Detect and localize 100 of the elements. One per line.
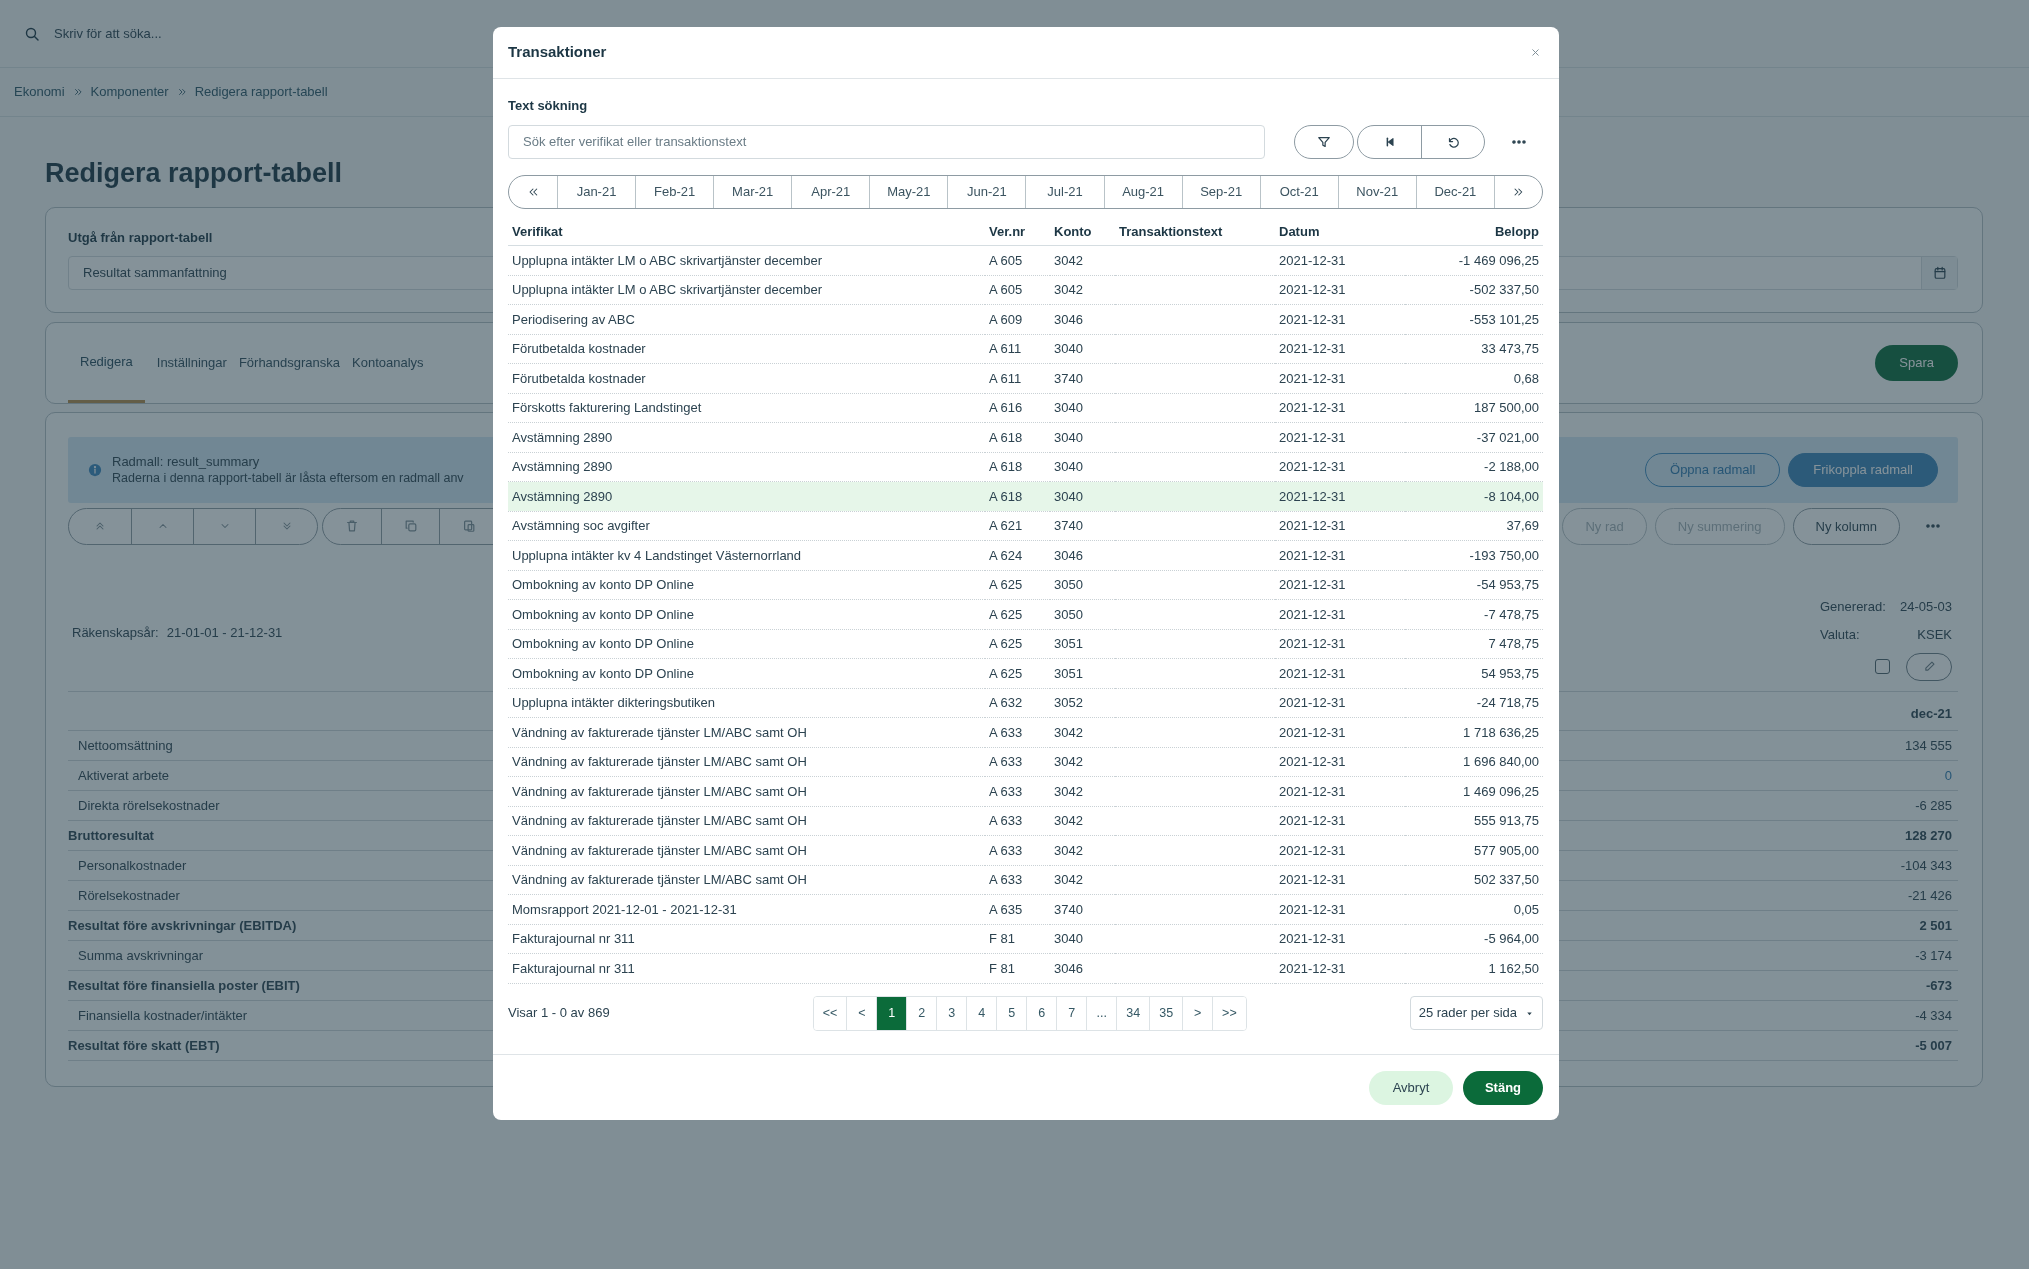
field-label: Text sökning [508,97,589,115]
action-button[interactable]: Ny kolumn [1792,507,1900,545]
table-cell: 3046 [1050,540,1115,570]
pencil-icon [1922,660,1936,674]
table-cell: A 609 [985,304,1050,334]
table-cell: Ombokning av konto DP Online [508,658,985,688]
field-label: Genererad: [1820,598,1886,617]
month-tab[interactable]: May-21 [869,175,948,208]
table-cell: 3051 [1050,629,1115,659]
table-cell: Momsrapport 2021-12-01 - 2021-12-31 [508,894,985,924]
table-cell: Förskotts fakturering Landstinget [508,393,985,423]
month-tab[interactable]: Sep-21 [1181,175,1260,208]
table-cell: 0,68 [1405,363,1543,393]
month-tab[interactable]: Dec-21 [1415,175,1494,208]
table-cell: 3040 [1050,393,1115,423]
double-chevron-right-icon [1512,185,1525,198]
cancel-button[interactable]: Avbryt [1369,1070,1453,1105]
table-cell: -553 101,25 [1405,304,1543,334]
table-cell: Vändning av fakturerade tjänster LM/ABC samt OH [508,835,985,865]
column-header: Verifikat [508,218,985,246]
table-cell: Periodisering av ABC [508,304,985,334]
table-cell: A 633 [985,717,1050,747]
month-tab[interactable]: Apr-21 [791,175,870,208]
month-tab[interactable]: Jun-21 [947,175,1026,208]
alert-title: Radmall: result_summary [112,452,260,471]
page-size-select[interactable]: 25 rader per sida [1409,996,1543,1030]
results-summary: Visar 1 - 0 av 869 [508,1004,610,1023]
table-cell: Vändning av fakturerade tjänster LM/ABC samt OH [508,747,985,777]
search-field[interactable]: Skriv för att söka... [54,23,162,44]
table-cell: -502 337,50 [1405,275,1543,305]
month-tab[interactable]: Feb-21 [635,175,714,208]
table-cell: 2021-12-31 [1275,570,1405,600]
table-cell: 3740 [1050,511,1115,541]
table-cell: A 633 [985,835,1050,865]
double-chevron-left-icon [527,185,539,198]
column-header: Ver.nr [985,218,1050,246]
table-cell: A 624 [985,540,1050,570]
table-cell: Upplupna intäkter LM o ABC skrivartjänster december [508,245,985,275]
row-value: -3 174 [1915,946,1953,965]
paste-icon [461,519,476,534]
field-label: Räkenskapsår: [72,623,159,642]
column-header: Konto [1050,218,1115,246]
table-cell: F 81 [985,924,1050,954]
table-cell: 33 473,75 [1405,334,1543,364]
table-cell: -37 021,00 [1405,422,1543,452]
tab[interactable]: Redigera [68,322,145,403]
table-cell: -2 188,00 [1405,452,1543,482]
table-cell: 3740 [1050,894,1115,924]
close-button[interactable] [1530,47,1541,58]
table-cell: 3040 [1050,334,1115,364]
table-cell: 2021-12-31 [1275,865,1405,895]
close-button[interactable]: Stäng [1463,1070,1543,1105]
more-button[interactable] [1510,138,1528,145]
table-cell: -24 718,75 [1405,688,1543,718]
table-cell: Avstämning 2890 [508,422,985,452]
edit-button[interactable] [1906,652,1952,681]
page-button[interactable]: 1 [876,996,907,1030]
table-cell: 3040 [1050,422,1115,452]
table-cell: 2021-12-31 [1275,511,1405,541]
row-label: Bruttoresultat [68,826,154,845]
table-cell: Avstämning 2890 [508,481,985,511]
table-cell: 2021-12-31 [1275,334,1405,364]
table-cell: 2021-12-31 [1275,481,1405,511]
table-cell: 3042 [1050,865,1115,895]
checkbox[interactable] [1875,659,1890,675]
month-tab[interactable]: Jan-21 [557,175,636,208]
table-cell: 2021-12-31 [1275,393,1405,423]
page-button[interactable]: >> [1212,996,1246,1030]
table-cell: 2021-12-31 [1275,363,1405,393]
table-cell: -1 469 096,25 [1405,245,1543,275]
table-cell: 1 718 636,25 [1405,717,1543,747]
month-tab[interactable]: Oct-21 [1259,175,1338,208]
month-tab[interactable]: Aug-21 [1103,175,1182,208]
row-label: Rörelsekostnader [77,886,180,905]
table-cell: 3052 [1050,688,1115,718]
double-chevron-icon [176,87,187,97]
field-value: KSEK [1917,626,1952,645]
table-cell: Vändning av fakturerade tjänster LM/ABC samt OH [508,776,985,806]
table-cell: 187 500,00 [1405,393,1543,423]
month-tab[interactable]: Jul-21 [1025,175,1104,208]
row-label: Aktiverat arbete [77,766,170,785]
filter-button[interactable] [1294,124,1354,159]
month-tab[interactable]: Mar-21 [713,175,792,208]
table-cell: A 611 [985,363,1050,393]
row-value: -21 426 [1907,886,1953,905]
table-cell: F 81 [985,953,1050,983]
month-tab[interactable]: Nov-21 [1337,175,1416,208]
table-cell: A 632 [985,688,1050,718]
close-icon [1530,47,1541,58]
table-cell: A 625 [985,570,1050,600]
table-cell: A 618 [985,452,1050,482]
row-value: -5 007 [1915,1036,1953,1055]
table-cell: 1 469 096,25 [1405,776,1543,806]
table-cell: 3740 [1050,363,1115,393]
table-cell: Upplupna intäkter dikteringsbutiken [508,688,985,718]
table-cell: 2021-12-31 [1275,688,1405,718]
row-value: -673 [1925,976,1953,995]
table-cell: 3042 [1050,717,1115,747]
table-cell: 2021-12-31 [1275,894,1405,924]
search-field[interactable]: Sök efter verifikat eller transaktionstext [508,124,1265,159]
